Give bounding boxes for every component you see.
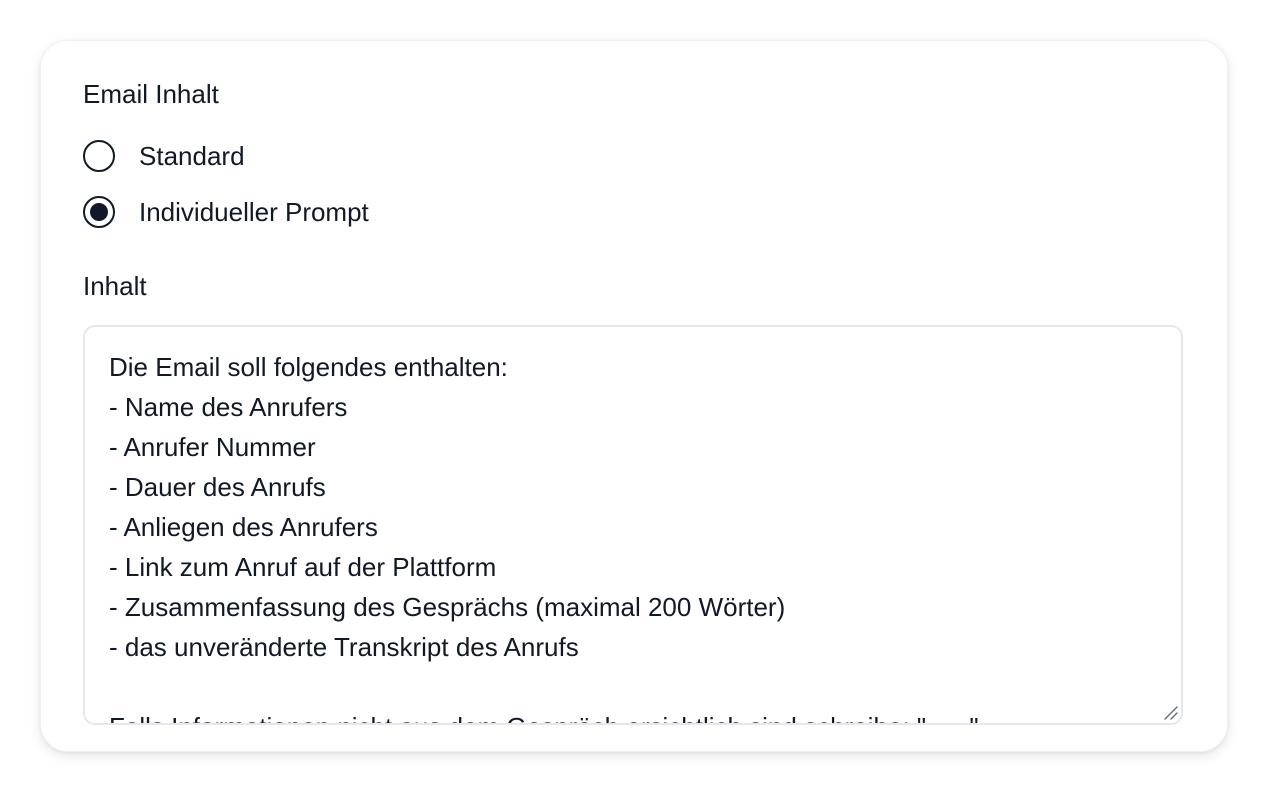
email-content-label: Email Inhalt [83,79,219,109]
resize-handle-icon[interactable] [1161,703,1179,721]
content-label: Inhalt [83,271,147,301]
content-textarea-container[interactable]: Die Email soll folgendes enthalten: - Na… [83,325,1183,725]
radio-option-custom-prompt[interactable]: Individueller Prompt [83,195,369,229]
radio-label-standard: Standard [139,141,245,171]
email-settings-card: Email Inhalt Standard Individueller Prom… [40,40,1228,752]
radio-custom-prompt[interactable] [83,196,115,228]
radio-standard[interactable] [83,140,115,172]
radio-option-standard[interactable]: Standard [83,139,245,173]
content-textarea[interactable]: Die Email soll folgendes enthalten: - Na… [85,327,1181,723]
radio-label-custom-prompt: Individueller Prompt [139,197,369,227]
